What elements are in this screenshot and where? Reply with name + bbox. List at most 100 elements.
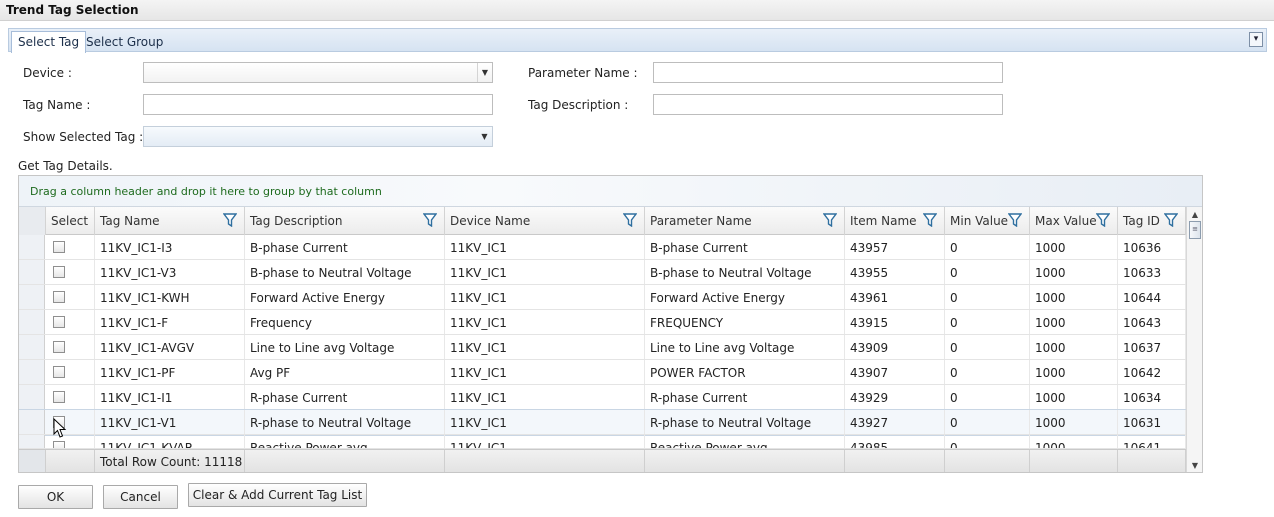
header-max-value[interactable]: Max Value [1030, 207, 1118, 235]
filter-icon[interactable] [223, 213, 237, 227]
cell-select [46, 285, 95, 309]
cell-select [46, 385, 95, 409]
scroll-thumb[interactable]: ≡ [1189, 221, 1201, 239]
table-row[interactable]: 11KV_IC1-I1 R-phase Current 11KV_IC1 R-phas… [19, 385, 1186, 410]
row-checkbox[interactable] [53, 366, 65, 378]
filter-icon[interactable] [1096, 213, 1110, 227]
row-indicator[interactable] [19, 260, 45, 284]
cell-device-name: 11KV_IC1 [445, 360, 645, 384]
tab-select-tag[interactable]: Select Tag [11, 31, 87, 53]
cancel-button[interactable]: Cancel [103, 485, 178, 509]
parameter-name-label: Parameter Name : [528, 66, 638, 80]
header-select[interactable]: Select [46, 207, 95, 235]
header-parameter-name[interactable]: Parameter Name [645, 207, 845, 235]
filter-icon[interactable] [1164, 213, 1178, 227]
table-row[interactable]: 11KV_IC1-AVGV Line to Line avg Voltage 11K… [19, 335, 1186, 360]
show-selected-tag-select[interactable]: ▼ [143, 126, 493, 147]
row-checkbox[interactable] [53, 391, 65, 403]
row-checkbox[interactable] [53, 316, 65, 328]
row-indicator[interactable] [19, 335, 45, 359]
table-row[interactable]: 11KV_IC1-PF Avg PF 11KV_IC1 POWER FACTOR 439… [19, 360, 1186, 385]
group-by-panel[interactable]: Drag a column header and drop it here to… [19, 176, 1202, 207]
scroll-up-icon[interactable]: ▲ [1188, 209, 1202, 221]
cell-tag-name: 11KV_IC1-V1 [95, 410, 245, 434]
cell-parameter-name: POWER FACTOR [645, 360, 845, 384]
cell-tag-description: Forward Active Energy [245, 285, 445, 309]
show-selected-tag-label: Show Selected Tag : [23, 130, 144, 144]
cell-parameter-name: R-phase to Neutral Voltage [645, 410, 845, 434]
chevron-down-icon[interactable]: ▼ [477, 63, 492, 82]
tab-select-group[interactable]: Select Group [80, 32, 169, 53]
cell-device-name: 11KV_IC1 [445, 335, 645, 359]
scroll-down-icon[interactable]: ▼ [1188, 460, 1202, 472]
row-checkbox[interactable] [53, 341, 65, 353]
row-indicator[interactable] [19, 435, 45, 448]
filter-icon[interactable] [423, 213, 437, 227]
row-checkbox[interactable] [53, 291, 65, 303]
header-tag-name[interactable]: Tag Name [95, 207, 245, 235]
header-min-value[interactable]: Min Value [945, 207, 1030, 235]
cell-tag-name: 11KV_IC1-AVGV [95, 335, 245, 359]
row-indicator[interactable] [19, 385, 45, 409]
filter-icon[interactable] [1008, 213, 1022, 227]
row-checkbox[interactable] [53, 266, 65, 278]
header-tag-description[interactable]: Tag Description [245, 207, 445, 235]
cell-max-value: 1000 [1030, 385, 1118, 409]
tag-name-label: Tag Name : [23, 98, 91, 112]
cell-tag-id: 10637 [1118, 335, 1186, 359]
vertical-scrollbar[interactable]: ▲ ≡ ▼ [1186, 207, 1202, 472]
cell-max-value: 1000 [1030, 285, 1118, 309]
cell-device-name: 11KV_IC1 [445, 310, 645, 334]
table-row[interactable]: 11KV_IC1-F Frequency 11KV_IC1 FREQUENCY 4391… [19, 310, 1186, 335]
parameter-name-input[interactable] [653, 62, 1003, 83]
table-row[interactable]: 11KV_IC1-KVAR Reactive Power avg 11KV_IC1 R… [19, 435, 1186, 449]
cell-select [46, 310, 95, 334]
cell-device-name: 11KV_IC1 [445, 385, 645, 409]
table-row[interactable]: 11KV_IC1-KWH Forward Active Energy 11KV_IC… [19, 285, 1186, 310]
cell-min-value: 0 [945, 310, 1030, 334]
filter-icon[interactable] [623, 213, 637, 227]
row-checkbox[interactable] [53, 441, 65, 448]
row-indicator[interactable] [19, 410, 45, 434]
table-row[interactable]: 11KV_IC1-V3 B-phase to Neutral Voltage 11K… [19, 260, 1186, 285]
cell-tag-description: Line to Line avg Voltage [245, 335, 445, 359]
row-indicator[interactable] [19, 235, 45, 259]
row-checkbox[interactable] [53, 241, 65, 253]
cell-item-name: 43957 [845, 235, 945, 259]
footer-cell [645, 450, 845, 472]
row-indicator[interactable] [19, 360, 45, 384]
header-tag-id[interactable]: Tag ID [1118, 207, 1186, 235]
row-indicator[interactable] [19, 285, 45, 309]
cell-item-name: 43985 [845, 435, 945, 448]
table-row[interactable]: 11KV_IC1-I3 B-phase Current 11KV_IC1 B-phas… [19, 235, 1186, 260]
grid-footer: Total Row Count: 11118 [19, 449, 1186, 472]
cell-min-value: 0 [945, 435, 1030, 448]
cell-tag-description: Reactive Power avg [245, 435, 445, 448]
cell-max-value: 1000 [1030, 360, 1118, 384]
chevron-down-icon[interactable]: ▼ [477, 127, 492, 146]
header-item-name[interactable]: Item Name [845, 207, 945, 235]
ok-button[interactable]: OK [18, 485, 93, 509]
cell-tag-name: 11KV_IC1-I3 [95, 235, 245, 259]
cell-device-name: 11KV_IC1 [445, 285, 645, 309]
header-device-name[interactable]: Device Name [445, 207, 645, 235]
cell-parameter-name: B-phase to Neutral Voltage [645, 260, 845, 284]
menu-dropdown-icon[interactable]: ▾ [1249, 32, 1263, 47]
tag-name-input[interactable] [143, 94, 493, 115]
cell-tag-name: 11KV_IC1-KWH [95, 285, 245, 309]
cell-item-name: 43929 [845, 385, 945, 409]
device-label: Device : [23, 66, 72, 80]
cell-tag-name: 11KV_IC1-PF [95, 360, 245, 384]
cell-select [46, 235, 95, 259]
tag-description-input[interactable] [653, 94, 1003, 115]
cell-tag-description: Avg PF [245, 360, 445, 384]
cell-item-name: 43915 [845, 310, 945, 334]
table-row[interactable]: 11KV_IC1-V1 R-phase to Neutral Voltage 11K… [19, 409, 1187, 436]
row-indicator[interactable] [19, 310, 45, 334]
cell-tag-name: 11KV_IC1-KVAR [95, 435, 245, 448]
cell-min-value: 0 [945, 360, 1030, 384]
filter-icon[interactable] [923, 213, 937, 227]
device-combobox[interactable]: ▼ [143, 62, 493, 83]
clear-add-tag-list-button[interactable]: Clear & Add Current Tag List [188, 483, 367, 507]
filter-icon[interactable] [823, 213, 837, 227]
